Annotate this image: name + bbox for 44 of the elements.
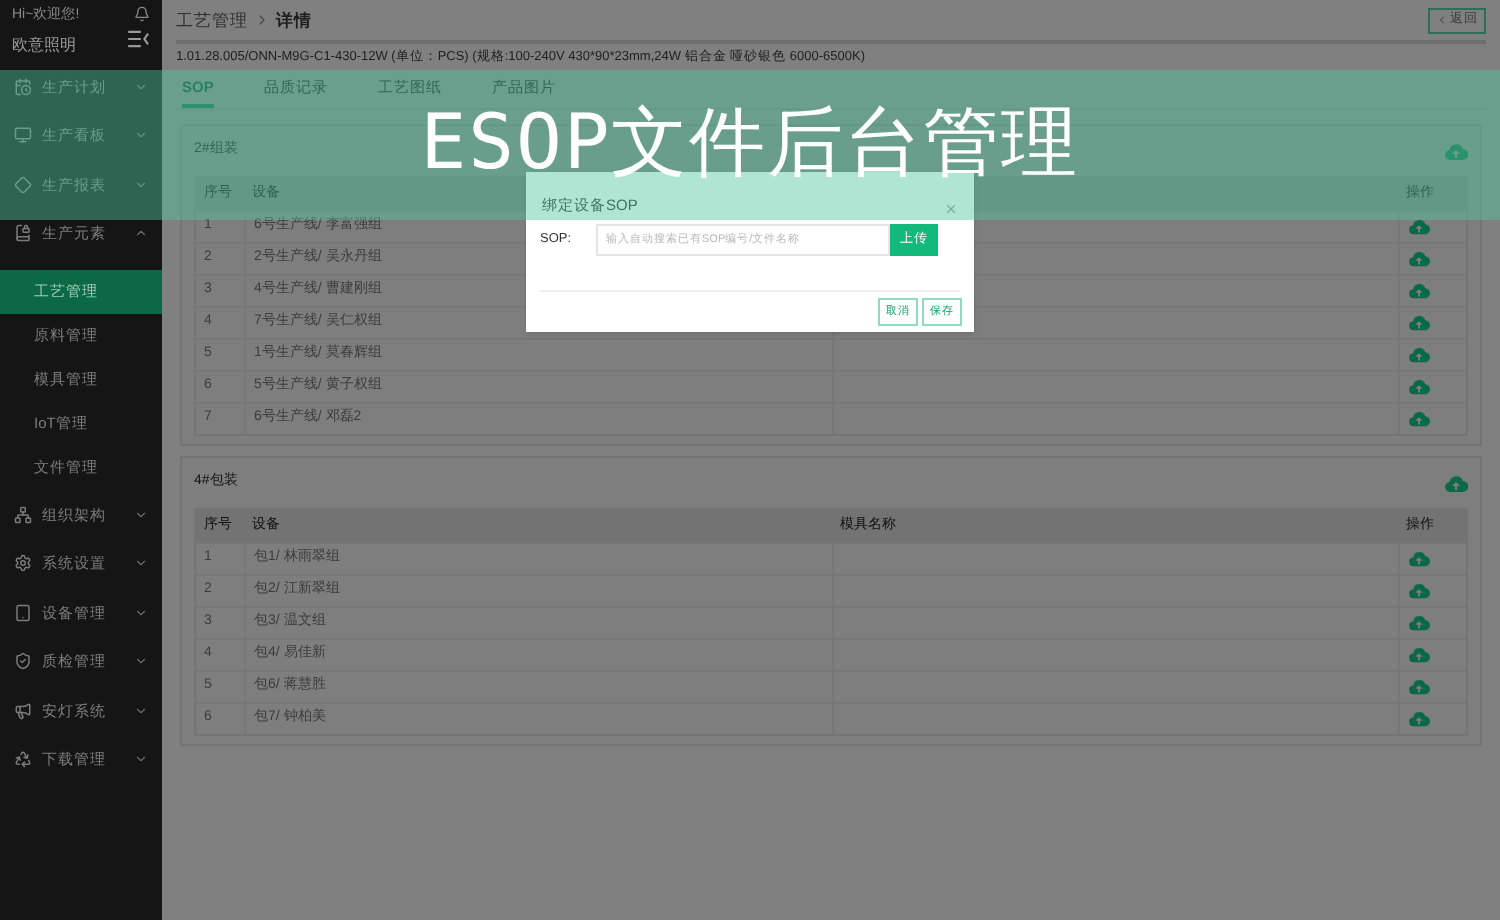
cloud-upload-icon[interactable] — [1408, 582, 1430, 600]
cloud-upload-icon[interactable] — [1408, 710, 1430, 728]
banner-title: ESOP文件后台管理 — [420, 103, 1080, 179]
chevron-icon — [134, 752, 148, 767]
monitor-icon — [14, 126, 32, 145]
tablet-icon — [14, 603, 32, 622]
chevron-left-icon — [1436, 14, 1448, 26]
chevron-icon — [134, 703, 148, 718]
diamond-icon — [14, 175, 32, 194]
cloud-upload-icon[interactable] — [1408, 218, 1430, 236]
close-icon[interactable] — [944, 202, 958, 216]
book-lock-icon — [14, 224, 32, 243]
chevron-icon — [134, 605, 148, 620]
chevron-icon — [134, 654, 148, 669]
cloud-upload-icon[interactable] — [1408, 678, 1430, 696]
cloud-upload-icon[interactable] — [1408, 346, 1430, 364]
menu-collapse-icon[interactable] — [128, 30, 150, 48]
breadcrumb-current: 详情 — [276, 7, 312, 33]
user-name[interactable]: 欧意照明 — [12, 32, 80, 60]
cloud-upload-icon[interactable] — [1444, 141, 1468, 161]
chevron-icon — [134, 128, 148, 143]
cloud-upload-icon[interactable] — [1408, 614, 1430, 632]
cloud-upload-icon[interactable] — [1408, 646, 1430, 664]
calendar-clock-icon — [14, 77, 32, 96]
chevron-right-icon — [254, 12, 270, 28]
cloud-upload-icon[interactable] — [1408, 378, 1430, 396]
recycle-icon — [14, 750, 32, 769]
chevron-icon — [134, 507, 148, 522]
bell-icon[interactable] — [134, 6, 150, 22]
settings-icon — [14, 554, 32, 573]
network-icon — [14, 505, 32, 524]
shield-check-icon — [14, 652, 32, 671]
cloud-upload-icon[interactable] — [1408, 550, 1430, 568]
chevron-icon — [134, 177, 148, 192]
cloud-upload-icon[interactable] — [1408, 250, 1430, 268]
chevron-icon — [134, 556, 148, 571]
breadcrumb-link[interactable]: 工艺管理 — [176, 7, 248, 33]
chevron-icon — [134, 79, 148, 94]
cloud-upload-icon[interactable] — [1408, 314, 1430, 332]
megaphone-icon — [14, 701, 32, 720]
cloud-upload-icon[interactable] — [1408, 282, 1430, 300]
cloud-upload-icon[interactable] — [1444, 473, 1468, 493]
cloud-upload-icon[interactable] — [1408, 410, 1430, 428]
chevron-icon — [134, 226, 148, 241]
